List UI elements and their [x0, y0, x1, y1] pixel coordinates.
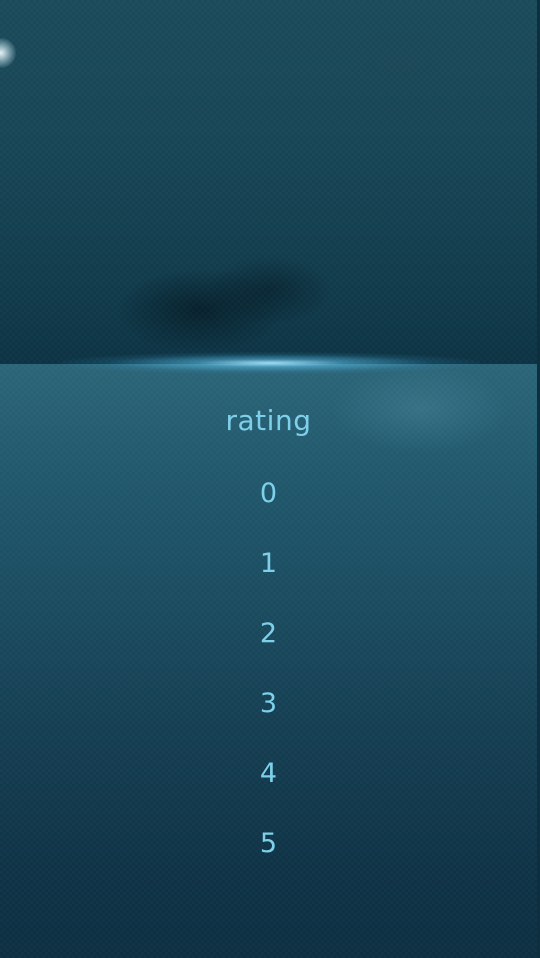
blurred-background	[0, 0, 540, 364]
menu-title: rating	[225, 404, 312, 437]
screen: rating 0 1 2 3 4 5	[0, 0, 540, 958]
rating-option-2[interactable]: 2	[0, 599, 537, 669]
rating-option-0[interactable]: 0	[0, 459, 537, 529]
light-glare	[0, 38, 16, 68]
rating-option-5[interactable]: 5	[0, 809, 537, 879]
rating-options-list: 0 1 2 3 4 5	[0, 459, 537, 879]
background-texture	[0, 0, 540, 364]
menu-highlight-glow	[60, 352, 480, 374]
rating-option-1[interactable]: 1	[0, 529, 537, 599]
rating-option-3[interactable]: 3	[0, 669, 537, 739]
rating-option-4[interactable]: 4	[0, 739, 537, 809]
